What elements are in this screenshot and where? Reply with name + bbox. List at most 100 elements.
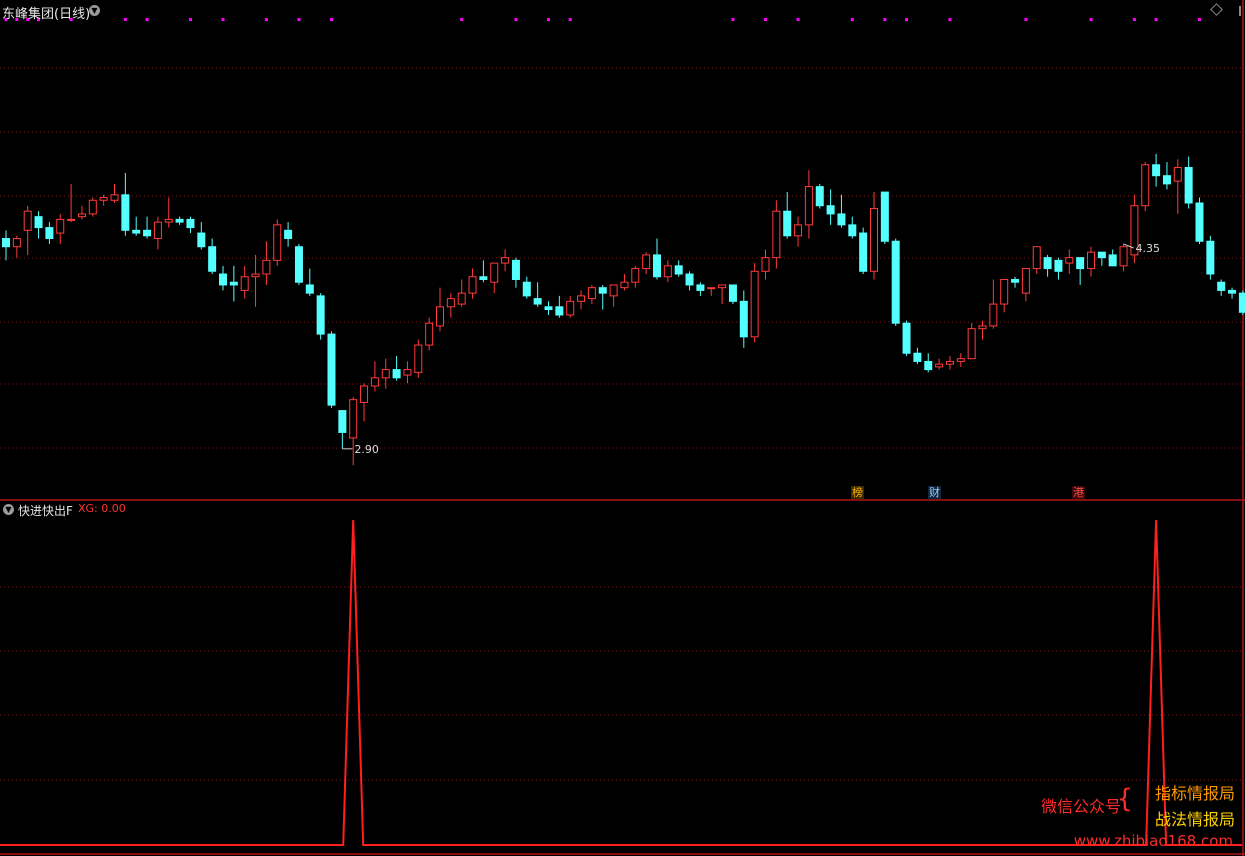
candle-body	[1206, 240, 1215, 275]
candle-body	[739, 300, 748, 338]
candle-body	[902, 322, 911, 354]
candle-body	[685, 273, 694, 286]
candle-body	[663, 265, 672, 278]
candle-body	[251, 273, 260, 278]
indicator-chevron-icon[interactable]: ▼	[3, 504, 14, 515]
candle-body	[728, 284, 737, 302]
watermark-name1: 指标情报局	[1154, 784, 1235, 803]
candle-body	[327, 333, 336, 406]
candle-body	[110, 194, 119, 201]
candle-body	[186, 218, 195, 229]
candle-body	[891, 240, 900, 324]
candle-body	[1228, 289, 1237, 294]
candle-body	[642, 254, 651, 270]
candle-body	[316, 295, 325, 335]
signal-dot	[188, 18, 192, 21]
candle-body	[262, 259, 271, 275]
low-price-label: 2.90	[354, 443, 379, 456]
signal-dot	[1132, 18, 1136, 21]
candle-body	[913, 352, 922, 362]
candle-body	[924, 360, 933, 371]
candle-body	[284, 229, 293, 240]
candle-body	[1184, 166, 1193, 204]
candle-body	[294, 246, 303, 283]
candle-body	[935, 363, 944, 368]
candle-body	[446, 298, 455, 308]
candle-body	[1032, 246, 1041, 270]
candle-body	[370, 377, 379, 387]
candle-body	[880, 191, 889, 242]
candle-body	[490, 262, 499, 283]
signal-dot	[145, 18, 149, 21]
candle-body	[1043, 257, 1052, 270]
candle-body	[511, 259, 520, 280]
signal-dot	[547, 18, 550, 21]
candle-body	[501, 257, 510, 264]
candle-body	[696, 284, 705, 291]
candle-body	[77, 213, 86, 218]
candle-body	[598, 287, 607, 294]
candle-body	[121, 194, 130, 231]
chevron-down-icon[interactable]: ▼	[89, 5, 100, 16]
candle-body	[837, 213, 846, 226]
signal-dot	[221, 18, 225, 21]
candle-body	[1162, 175, 1171, 185]
stock-title[interactable]: 东峰集团(日线)	[2, 3, 90, 22]
candle-body	[967, 328, 976, 360]
candle-body	[1195, 202, 1204, 242]
signal-dot	[1089, 18, 1093, 21]
candle-body	[620, 281, 629, 289]
candle-body	[164, 218, 173, 223]
candle-body	[945, 360, 954, 365]
candle-body	[566, 300, 575, 316]
candle-body	[989, 303, 998, 327]
candle-body	[23, 210, 32, 231]
watermark-url: www.zhibiao168.com	[1073, 832, 1233, 850]
candle-body	[631, 268, 640, 283]
candle-body	[653, 254, 661, 278]
candle-body	[1054, 259, 1063, 272]
candle-body	[772, 210, 781, 259]
candle-body	[609, 284, 618, 297]
candle-body	[1108, 254, 1117, 267]
candle-body	[99, 197, 108, 201]
candle-body	[197, 232, 206, 248]
candle-body	[468, 276, 477, 294]
event-tag-bang[interactable]: 榜	[851, 486, 864, 499]
candle-body	[208, 246, 217, 272]
candle-body	[587, 287, 596, 300]
candle-body	[826, 205, 835, 215]
event-tag-cai[interactable]: 财	[928, 486, 941, 499]
candle-body	[533, 298, 542, 305]
candle-body	[392, 369, 401, 379]
candle-body	[2, 238, 10, 248]
signal-dot	[1024, 18, 1028, 21]
candle-body	[88, 199, 97, 215]
top-markers	[4, 18, 1201, 21]
candle-body	[577, 295, 586, 302]
candle-body	[349, 399, 358, 439]
signal-dot	[764, 18, 767, 21]
signal-dot	[330, 18, 333, 21]
candle-body	[175, 218, 184, 223]
candle-body	[479, 276, 488, 280]
candle-body	[381, 369, 390, 379]
candle-body	[783, 210, 792, 237]
candle-body	[56, 218, 65, 234]
panel-handle-icon[interactable]	[1239, 6, 1241, 16]
candle-body	[1000, 278, 1009, 305]
candle-body	[360, 385, 369, 403]
candle-body	[132, 229, 141, 234]
indicator-name[interactable]: 快进快出F	[18, 502, 73, 519]
candle-body	[1217, 281, 1226, 291]
candle-body	[143, 229, 152, 237]
candle-body	[750, 270, 759, 338]
candle-body	[338, 410, 347, 433]
candle-body	[674, 265, 683, 275]
candle-body	[1076, 257, 1085, 270]
signal-dot	[514, 18, 518, 21]
candle-body	[436, 306, 444, 327]
event-tag-gang[interactable]: 港	[1072, 486, 1085, 499]
signal-dot	[796, 18, 800, 21]
high-price-label: 4.35	[1136, 242, 1161, 255]
